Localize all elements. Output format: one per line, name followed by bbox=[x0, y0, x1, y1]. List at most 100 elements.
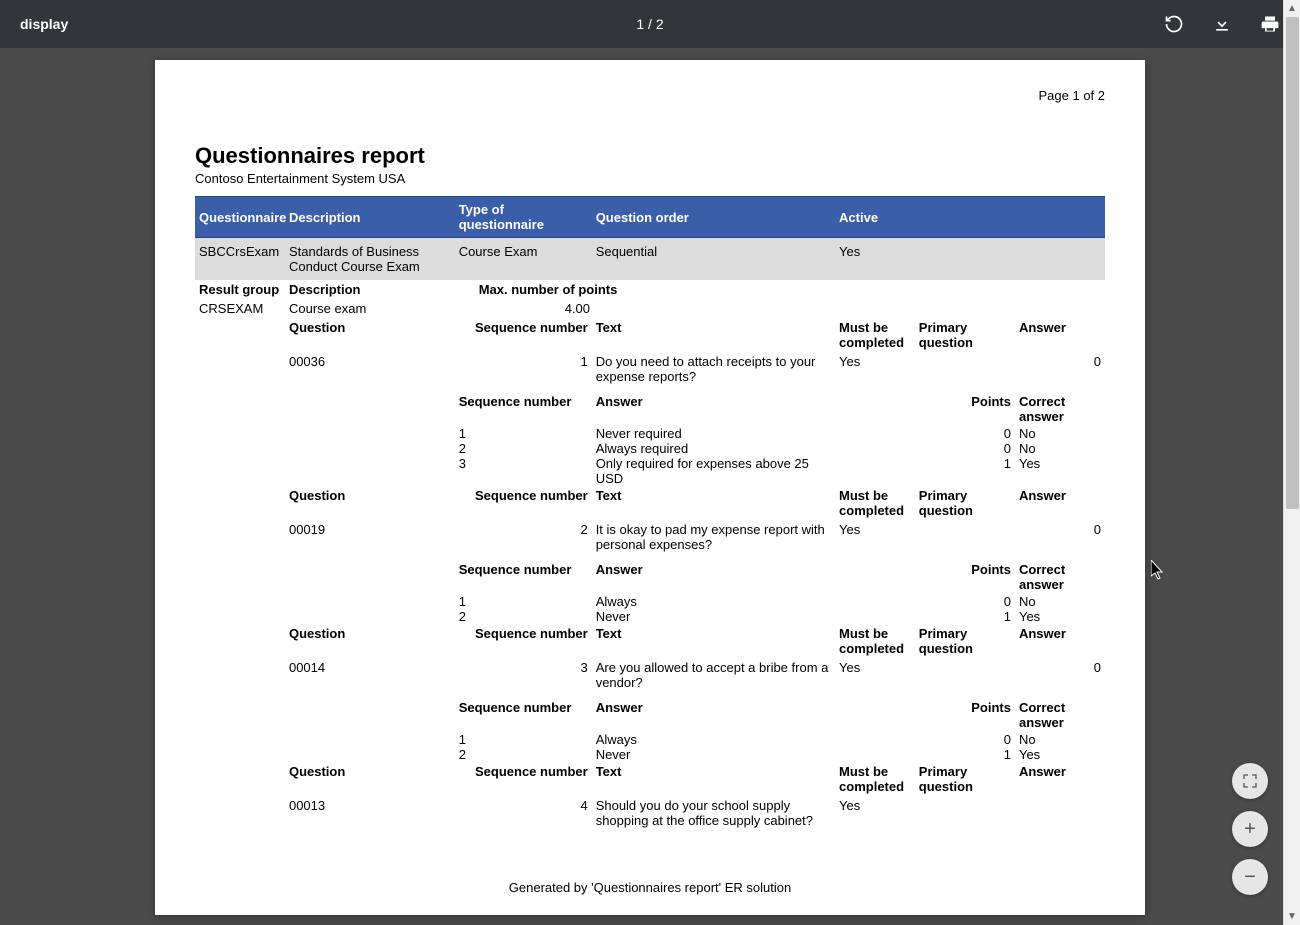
q-seq: 3 bbox=[455, 658, 592, 692]
a-text: Only required for expenses above 25 USD bbox=[592, 456, 835, 486]
a-text: Never bbox=[592, 609, 835, 624]
zoom-in-button[interactable]: + bbox=[1232, 811, 1268, 847]
ah-points: Points bbox=[835, 560, 1015, 594]
qh-must: Must be completed bbox=[835, 486, 915, 520]
qh-must: Must be completed bbox=[835, 624, 915, 658]
a-points: 0 bbox=[835, 732, 1015, 747]
qh-primary: Primary question bbox=[915, 486, 1015, 520]
a-seq: 3 bbox=[455, 456, 592, 486]
qh-must: Must be completed bbox=[835, 318, 915, 352]
qh-question: Question bbox=[285, 762, 455, 796]
lbl-max-points: Max. number of points bbox=[455, 280, 835, 299]
answer-data-row: 1Never required0No bbox=[195, 426, 1105, 441]
qh-seq: Sequence number bbox=[455, 486, 592, 520]
q-must: Yes bbox=[835, 352, 915, 386]
val-result-group: CRSEXAM bbox=[195, 299, 285, 318]
answer-data-row: 1Always0No bbox=[195, 732, 1105, 747]
question-data-row: 000143Are you allowed to accept a bribe … bbox=[195, 658, 1105, 692]
question-header-row: QuestionSequence numberTextMust be compl… bbox=[195, 318, 1105, 352]
ah-seq: Sequence number bbox=[455, 392, 592, 426]
q-primary bbox=[915, 352, 1015, 386]
q-id: 00019 bbox=[285, 520, 455, 554]
answer-data-row: 1Always0No bbox=[195, 594, 1105, 609]
page-counter[interactable]: 1 / 2 bbox=[636, 16, 663, 32]
a-correct: No bbox=[1015, 426, 1105, 441]
qh-text: Text bbox=[592, 486, 835, 520]
question-data-row: 000192It is okay to pad my expense repor… bbox=[195, 520, 1105, 554]
q-seq: 2 bbox=[455, 520, 592, 554]
scroll-thumb[interactable] bbox=[1286, 17, 1299, 509]
pdf-page-1: Page 1 of 2 Questionnaires report Contos… bbox=[155, 60, 1145, 915]
ah-seq: Sequence number bbox=[455, 698, 592, 732]
vertical-scrollbar[interactable]: ▲ ▼ bbox=[1283, 0, 1300, 925]
answer-header-row: Sequence numberAnswerPointsCorrect answe… bbox=[195, 698, 1105, 732]
ah-correct: Correct answer bbox=[1015, 392, 1105, 426]
ah-answer: Answer bbox=[592, 560, 835, 594]
q-text: It is okay to pad my expense report with… bbox=[592, 520, 835, 554]
report-title: Questionnaires report bbox=[195, 143, 1105, 169]
print-icon[interactable] bbox=[1260, 14, 1280, 34]
question-header-row: QuestionSequence numberTextMust be compl… bbox=[195, 486, 1105, 520]
report-footer: Generated by 'Questionnaires report' ER … bbox=[195, 880, 1105, 895]
qh-primary: Primary question bbox=[915, 762, 1015, 796]
q-primary bbox=[915, 658, 1015, 692]
q-answer: 0 bbox=[1015, 352, 1105, 386]
download-icon[interactable] bbox=[1212, 14, 1232, 34]
rotate-icon[interactable] bbox=[1164, 14, 1184, 34]
ah-correct: Correct answer bbox=[1015, 560, 1105, 594]
pdf-viewer[interactable]: Page 1 of 2 Questionnaires report Contos… bbox=[0, 48, 1300, 925]
cell-description: Standards of Business Conduct Course Exa… bbox=[285, 238, 455, 281]
hdr-questionnaire: Questionnaire bbox=[195, 197, 285, 238]
pdf-toolbar: display 1 / 2 bbox=[0, 0, 1300, 48]
question-data-row: 000361Do you need to attach receipts to … bbox=[195, 352, 1105, 386]
document-title: display bbox=[20, 16, 68, 32]
q-answer: 0 bbox=[1015, 658, 1105, 692]
q-primary bbox=[915, 520, 1015, 554]
a-text: Never required bbox=[592, 426, 835, 441]
val-rg-description: Course exam bbox=[285, 299, 455, 318]
answer-data-row: 3Only required for expenses above 25 USD… bbox=[195, 456, 1105, 486]
qh-text: Text bbox=[592, 762, 835, 796]
val-max-points: 4.00 bbox=[455, 299, 835, 318]
qh-text: Text bbox=[592, 624, 835, 658]
cell-questionnaire: SBCCrsExam bbox=[195, 238, 285, 281]
q-id: 00036 bbox=[285, 352, 455, 386]
ah-answer: Answer bbox=[592, 392, 835, 426]
questionnaire-row: SBCCrsExam Standards of Business Conduct… bbox=[195, 238, 1105, 281]
cell-type: Course Exam bbox=[455, 238, 592, 281]
ah-points: Points bbox=[835, 392, 1015, 426]
q-primary bbox=[915, 796, 1015, 830]
qh-question: Question bbox=[285, 624, 455, 658]
qh-answer: Answer bbox=[1015, 762, 1105, 796]
answer-data-row: 2Always required0No bbox=[195, 441, 1105, 456]
a-points: 1 bbox=[835, 609, 1015, 624]
qh-primary: Primary question bbox=[915, 624, 1015, 658]
ah-correct: Correct answer bbox=[1015, 698, 1105, 732]
table-header-row: Questionnaire Description Type of questi… bbox=[195, 197, 1105, 238]
a-seq: 1 bbox=[455, 732, 592, 747]
scroll-down-button[interactable]: ▼ bbox=[1284, 908, 1300, 925]
result-group-header: Result group Description Max. number of … bbox=[195, 280, 1105, 299]
a-points: 1 bbox=[835, 456, 1015, 486]
float-controls: + − bbox=[1232, 763, 1268, 895]
answer-header-row: Sequence numberAnswerPointsCorrect answe… bbox=[195, 560, 1105, 594]
a-seq: 1 bbox=[455, 426, 592, 441]
q-text: Are you allowed to accept a bribe from a… bbox=[592, 658, 835, 692]
q-seq: 4 bbox=[455, 796, 592, 830]
cell-order: Sequential bbox=[592, 238, 835, 281]
q-answer: 0 bbox=[1015, 520, 1105, 554]
q-must: Yes bbox=[835, 796, 915, 830]
zoom-out-button[interactable]: − bbox=[1232, 859, 1268, 895]
scroll-up-button[interactable]: ▲ bbox=[1284, 0, 1300, 17]
lbl-rg-description: Description bbox=[285, 280, 455, 299]
a-correct: Yes bbox=[1015, 609, 1105, 624]
a-correct: No bbox=[1015, 732, 1105, 747]
qh-answer: Answer bbox=[1015, 486, 1105, 520]
a-correct: No bbox=[1015, 441, 1105, 456]
page-indicator-1: Page 1 of 2 bbox=[195, 88, 1105, 103]
fit-page-button[interactable] bbox=[1232, 763, 1268, 799]
a-points: 0 bbox=[835, 594, 1015, 609]
result-group-data: CRSEXAM Course exam 4.00 bbox=[195, 299, 1105, 318]
q-text: Do you need to attach receipts to your e… bbox=[592, 352, 835, 386]
q-answer bbox=[1015, 796, 1105, 830]
